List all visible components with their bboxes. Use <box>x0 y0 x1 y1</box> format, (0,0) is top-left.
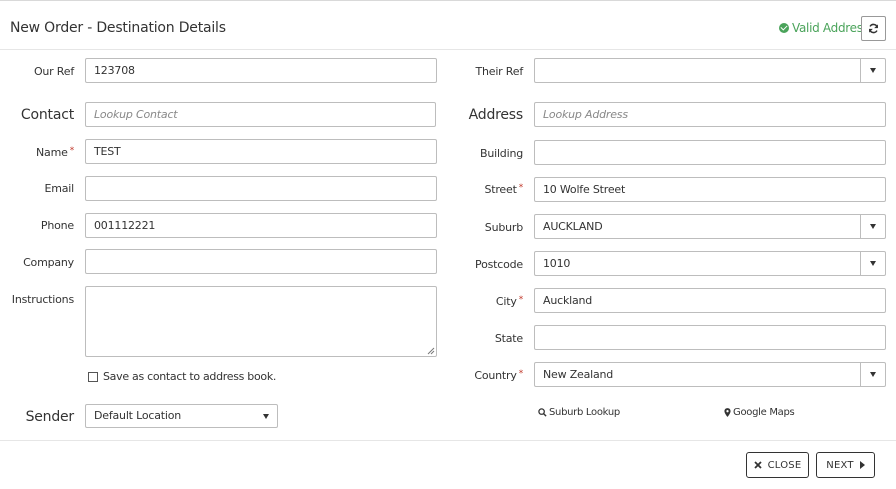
google-maps-link[interactable]: Google Maps <box>724 407 795 418</box>
caret-right-icon <box>859 461 865 469</box>
close-label: CLOSE <box>767 459 802 471</box>
state-label: State <box>494 332 523 345</box>
city-input[interactable]: Auckland <box>534 288 886 313</box>
country-label-text: Country <box>474 369 517 382</box>
suburb-lookup-label: Suburb Lookup <box>549 407 620 418</box>
caret-down-icon <box>870 372 876 377</box>
sender-select[interactable]: Default Location <box>85 404 278 428</box>
postcode-select[interactable]: 1010 <box>534 251 886 276</box>
save-contact-checkbox[interactable] <box>88 371 98 382</box>
suburb-dropdown-button[interactable] <box>860 215 885 238</box>
street-label-text: Street <box>484 183 517 196</box>
postcode-dropdown-button[interactable] <box>860 252 885 275</box>
footer-divider <box>0 440 896 441</box>
company-label: Company <box>23 256 74 269</box>
phone-label: Phone <box>40 219 74 232</box>
required-mark: * <box>518 369 524 379</box>
save-contact-label: Save as contact to address book. <box>103 370 277 383</box>
caret-down-icon <box>263 414 269 419</box>
valid-address-text: Valid Address <box>792 21 869 35</box>
next-button[interactable]: NEXT <box>816 452 875 478</box>
close-icon <box>753 461 762 469</box>
email-input[interactable] <box>85 176 437 201</box>
phone-input[interactable]: 001112221 <box>85 213 437 238</box>
postcode-label: Postcode <box>475 258 523 271</box>
our-ref-label: Our Ref <box>33 65 74 78</box>
page-title: New Order - Destination Details <box>10 20 226 36</box>
modal-header: New Order - Destination Details Valid Ad… <box>0 1 896 50</box>
google-maps-label: Google Maps <box>733 407 795 418</box>
caret-down-icon <box>870 68 876 73</box>
street-label: Street * <box>464 183 523 196</box>
country-dropdown-button[interactable] <box>860 363 885 386</box>
email-label: Email <box>44 182 74 195</box>
save-contact-row[interactable]: Save as contact to address book. <box>88 370 276 383</box>
building-input[interactable] <box>534 140 886 165</box>
next-label: NEXT <box>826 459 854 471</box>
required-mark: * <box>69 146 75 156</box>
name-label: Name * <box>20 146 74 159</box>
refresh-button[interactable] <box>861 16 886 41</box>
company-input[interactable] <box>85 249 437 274</box>
building-label: Building <box>479 147 523 160</box>
state-input[interactable] <box>534 325 886 350</box>
valid-address-status: Valid Address <box>779 21 869 35</box>
city-label-text: City <box>495 295 517 308</box>
resize-grip-icon[interactable] <box>427 347 435 355</box>
required-mark: * <box>518 295 524 305</box>
search-icon <box>538 408 547 417</box>
postcode-value: 1010 <box>543 257 571 270</box>
suburb-lookup-link[interactable]: Suburb Lookup <box>538 407 620 418</box>
street-input[interactable]: 10 Wolfe Street <box>534 177 886 202</box>
city-label: City * <box>464 295 523 308</box>
caret-down-icon <box>870 224 876 229</box>
their-ref-label: Their Ref <box>475 65 523 78</box>
lookup-contact-input[interactable]: Lookup Contact <box>85 102 436 127</box>
refresh-icon <box>868 23 879 34</box>
suburb-select[interactable]: AUCKLAND <box>534 214 886 239</box>
required-mark: * <box>518 183 524 193</box>
lookup-address-input[interactable]: Lookup Address <box>534 102 886 127</box>
name-label-text: Name <box>36 146 68 159</box>
check-circle-icon <box>779 23 789 33</box>
instructions-label: Instructions <box>11 293 74 306</box>
sender-label: Sender <box>25 409 75 425</box>
name-input[interactable]: TEST <box>85 139 437 164</box>
their-ref-dropdown-button[interactable] <box>860 59 885 82</box>
their-ref-select[interactable] <box>534 58 886 83</box>
suburb-label: Suburb <box>484 221 523 234</box>
our-ref-input[interactable]: 123708 <box>85 58 437 83</box>
caret-down-icon <box>870 261 876 266</box>
close-button[interactable]: CLOSE <box>746 452 809 478</box>
country-value: New Zealand <box>543 368 614 381</box>
suburb-value: AUCKLAND <box>543 220 603 233</box>
instructions-textarea[interactable] <box>85 286 437 357</box>
sender-value: Default Location <box>94 409 182 422</box>
country-select[interactable]: New Zealand <box>534 362 886 387</box>
contact-label: Contact <box>20 107 74 123</box>
country-label: Country * <box>464 369 523 382</box>
address-label: Address <box>468 107 524 123</box>
map-marker-icon <box>724 408 731 417</box>
